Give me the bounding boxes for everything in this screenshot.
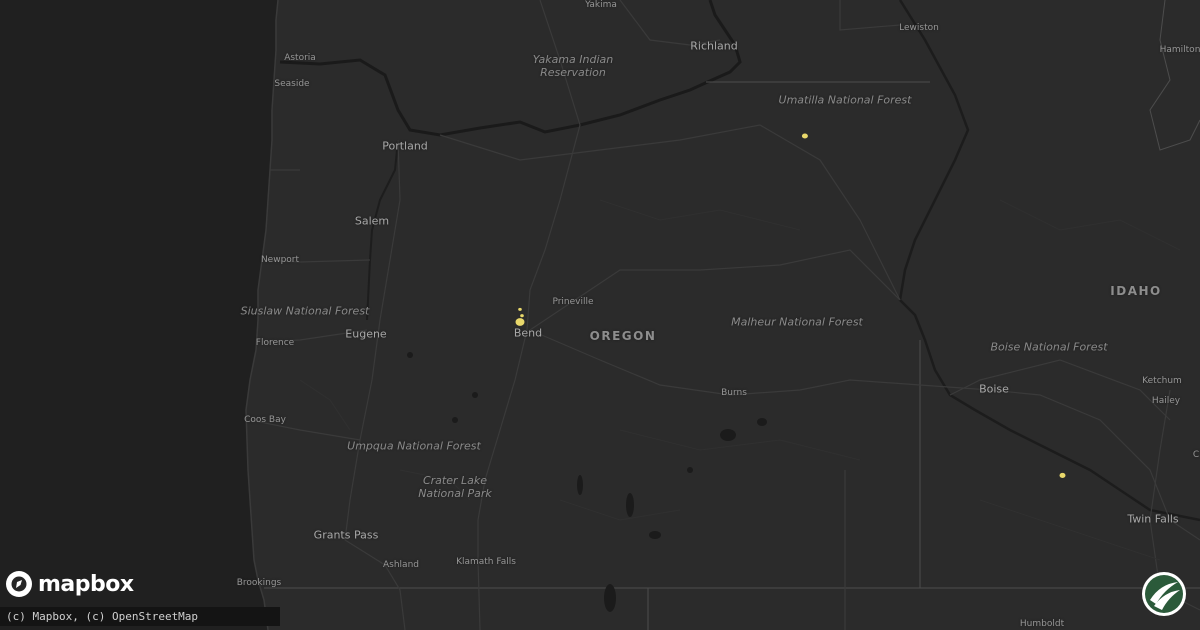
city-label-hailey: Hailey — [1151, 396, 1181, 406]
park-label-crater-lake: Crater Lake National Park — [418, 474, 492, 500]
city-label-yakima: Yakima — [585, 0, 617, 10]
city-label-astoria: Astoria — [284, 53, 316, 63]
city-label-burns: Burns — [721, 388, 747, 398]
brand-badge-icon — [1142, 572, 1186, 616]
park-label-boise-forest: Boise National Forest — [990, 340, 1108, 354]
fire-detection-point[interactable] — [515, 318, 525, 326]
attribution[interactable]: (c) Mapbox, (c) OpenStreetMap — [0, 607, 280, 626]
land-area — [246, 0, 1200, 630]
city-label-bend: Bend — [513, 326, 543, 340]
city-label-twin-falls: Twin Falls — [1127, 512, 1179, 526]
region-label-humboldt: Humboldt — [1019, 619, 1065, 629]
city-label-salem: Salem — [354, 214, 390, 228]
city-label-newport: Newport — [260, 255, 300, 265]
fire-detection-point[interactable] — [1059, 472, 1066, 478]
city-label-seaside: Seaside — [274, 79, 310, 89]
city-label-lewiston: Lewiston — [899, 23, 939, 33]
city-label-grants-pass: Grants Pass — [313, 528, 379, 542]
fire-detection-point[interactable] — [520, 314, 524, 318]
city-label-ashland: Ashland — [383, 560, 419, 570]
city-label-brookings: Brookings — [236, 578, 282, 588]
park-label-yakama-reservation: Yakama Indian Reservation — [532, 53, 614, 79]
city-label-florence: Florence — [255, 338, 295, 348]
mapbox-logo-text: mapbox — [38, 571, 134, 597]
park-label-umpqua-forest: Umpqua National Forest — [347, 439, 481, 453]
city-label-hamilton: Hamilton — [1159, 45, 1200, 55]
fire-detection-point[interactable] — [801, 133, 808, 139]
state-label-idaho: IDAHO — [1110, 284, 1162, 298]
city-label-richland: Richland — [690, 39, 738, 53]
basemap — [0, 0, 1200, 630]
city-label-ketchum: Ketchum — [1142, 376, 1182, 386]
edge-label-c: C — [1192, 450, 1200, 460]
mapbox-logo[interactable]: mapbox — [5, 570, 134, 598]
city-label-prineville: Prineville — [552, 297, 594, 307]
mapbox-logo-icon — [6, 571, 32, 597]
city-label-portland: Portland — [382, 139, 428, 153]
park-label-umatilla-forest: Umatilla National Forest — [778, 93, 912, 107]
state-label-oregon: OREGON — [589, 329, 657, 343]
park-label-siuslaw-forest: Siuslaw National Forest — [240, 304, 370, 318]
map-view[interactable]: Yakima Richland Lewiston Hamilton Astori… — [0, 0, 1200, 630]
fire-detection-point[interactable] — [518, 307, 522, 311]
city-label-boise: Boise — [979, 382, 1009, 396]
city-label-eugene: Eugene — [345, 327, 387, 341]
park-label-malheur-forest: Malheur National Forest — [731, 315, 863, 329]
city-label-klamath-falls: Klamath Falls — [456, 557, 516, 567]
city-label-coos-bay: Coos Bay — [244, 415, 286, 425]
